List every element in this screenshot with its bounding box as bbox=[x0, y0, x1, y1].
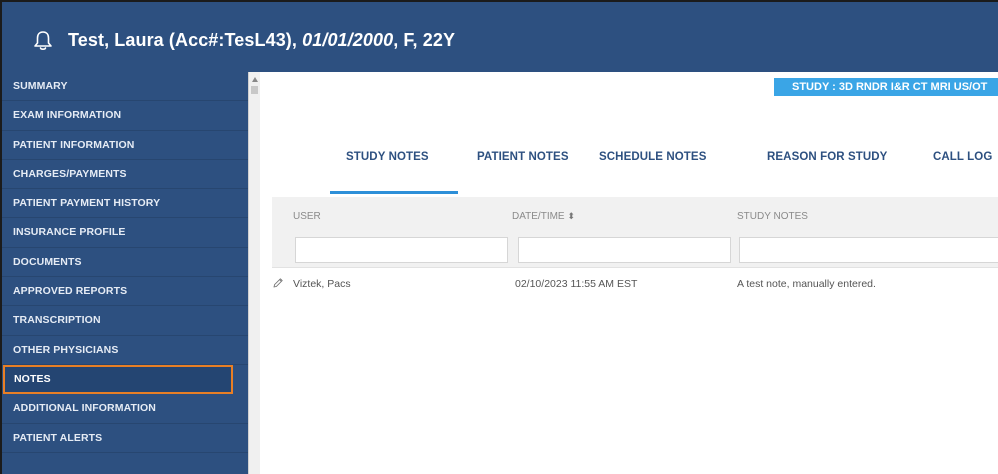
scroll-up-arrow-icon[interactable] bbox=[252, 77, 258, 82]
cell-study-note: A test note, manually entered. bbox=[737, 278, 876, 290]
notes-table: USER DATE/TIME ⬍ STUDY NOTES Viztek, Pac… bbox=[272, 197, 998, 298]
sort-icon[interactable]: ⬍ bbox=[567, 211, 575, 221]
datetime-filter-input[interactable] bbox=[518, 237, 731, 263]
user-filter-input[interactable] bbox=[295, 237, 508, 263]
column-header-user[interactable]: USER bbox=[293, 211, 321, 222]
column-header-datetime[interactable]: DATE/TIME ⬍ bbox=[512, 211, 575, 222]
table-header: USER DATE/TIME ⬍ STUDY NOTES bbox=[272, 197, 998, 234]
tab-patient-notes[interactable]: PATIENT NOTES bbox=[477, 151, 569, 163]
sidebar-item-approved-reports[interactable]: APPROVED REPORTS bbox=[2, 277, 248, 307]
patient-title: Test, Laura (Acc#:TesL43), 01/01/2000, F… bbox=[68, 30, 455, 51]
sidebar-item-summary[interactable]: SUMMARY bbox=[2, 72, 248, 102]
sidebar-item-charges-payments[interactable]: CHARGES/PAYMENTS bbox=[2, 160, 248, 190]
app-window: Test, Laura (Acc#:TesL43), 01/01/2000, F… bbox=[0, 0, 998, 474]
sidebar-item-notes[interactable]: NOTES bbox=[3, 364, 233, 395]
main-content: STUDY : 3D RNDR I&R CT MRI US/OT STUDY N… bbox=[260, 72, 998, 474]
sidebar-item-insurance-profile[interactable]: INSURANCE PROFILE bbox=[2, 218, 248, 248]
sidebar-item-patient-payment-history[interactable]: PATIENT PAYMENT HISTORY bbox=[2, 189, 248, 219]
scrollbar-thumb[interactable] bbox=[251, 86, 258, 94]
patient-name-account: Test, Laura (Acc#:TesL43), bbox=[68, 30, 298, 50]
bell-icon[interactable] bbox=[33, 30, 53, 52]
notes-tabs: STUDY NOTES PATIENT NOTES SCHEDULE NOTES… bbox=[260, 151, 998, 195]
tab-schedule-notes[interactable]: SCHEDULE NOTES bbox=[599, 151, 706, 163]
sidebar-item-transcription[interactable]: TRANSCRIPTION bbox=[2, 306, 248, 336]
study-badge: STUDY : 3D RNDR I&R CT MRI US/OT bbox=[774, 78, 998, 96]
pencil-icon[interactable] bbox=[272, 277, 284, 289]
patient-header: Test, Laura (Acc#:TesL43), 01/01/2000, F… bbox=[2, 2, 998, 72]
sidebar-item-additional-information[interactable]: ADDITIONAL INFORMATION bbox=[2, 394, 248, 424]
patient-dob: 01/01/2000 bbox=[302, 30, 394, 50]
sidebar-item-other-physicians[interactable]: OTHER PHYSICIANS bbox=[2, 336, 248, 365]
study-notes-filter-input[interactable] bbox=[739, 237, 998, 263]
sidebar-item-patient-alerts[interactable]: PATIENT ALERTS bbox=[2, 424, 248, 453]
column-header-datetime-label: DATE/TIME bbox=[512, 211, 565, 222]
sidebar-nav: SUMMARY EXAM INFORMATION PATIENT INFORMA… bbox=[2, 72, 248, 474]
sidebar-item-documents[interactable]: DOCUMENTS bbox=[2, 248, 248, 278]
active-tab-indicator bbox=[330, 191, 458, 194]
sidebar-item-exam-information[interactable]: EXAM INFORMATION bbox=[2, 101, 248, 131]
tab-reason-for-study[interactable]: REASON FOR STUDY bbox=[767, 151, 887, 163]
tab-study-notes[interactable]: STUDY NOTES bbox=[346, 151, 429, 163]
tab-call-log[interactable]: CALL LOG bbox=[933, 151, 992, 163]
table-row[interactable]: Viztek, Pacs 02/10/2023 11:55 AM EST A t… bbox=[272, 268, 998, 298]
cell-user: Viztek, Pacs bbox=[293, 278, 351, 290]
cell-datetime: 02/10/2023 11:55 AM EST bbox=[515, 278, 638, 290]
patient-sex-age: , F, 22Y bbox=[393, 30, 456, 50]
sidebar-item-patient-information[interactable]: PATIENT INFORMATION bbox=[2, 131, 248, 160]
sidebar-scrollbar[interactable] bbox=[248, 72, 260, 474]
filter-row bbox=[272, 234, 998, 268]
column-header-study-notes[interactable]: STUDY NOTES bbox=[737, 211, 808, 222]
